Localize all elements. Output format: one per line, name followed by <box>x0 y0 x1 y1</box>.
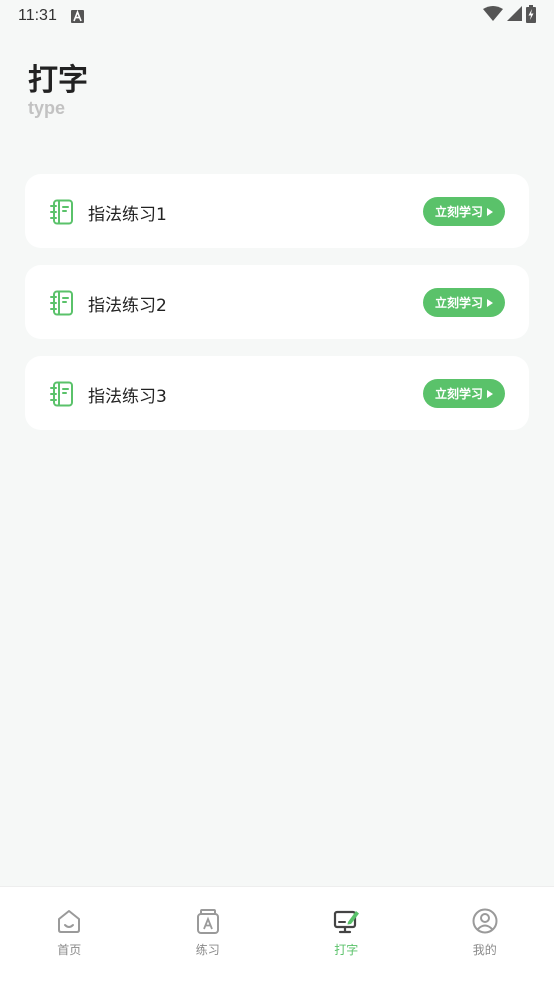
home-icon <box>55 907 83 935</box>
battery-charging-icon <box>526 5 536 27</box>
notebook-icon <box>49 381 75 407</box>
nav-label-home: 首页 <box>57 943 82 957</box>
wifi-icon <box>483 6 503 26</box>
lesson-title: 指法练习2 <box>88 296 167 316</box>
play-icon <box>487 389 493 398</box>
nav-label-profile: 我的 <box>472 943 497 957</box>
typing-screen: 11:31 打字 type 指法练习1 立刻学习 指法练习2 立刻学习 指法练习… <box>0 0 554 984</box>
start-learning-label: 立刻学习 <box>434 387 483 401</box>
profile-icon <box>471 907 499 935</box>
lesson-card-1[interactable]: 指法练习1 立刻学习 <box>25 174 529 248</box>
page-subtitle: type <box>28 98 66 118</box>
notebook-icon <box>49 199 75 225</box>
nav-label-typing: 打字 <box>334 943 359 957</box>
status-bar: 11:31 <box>0 0 554 32</box>
signal-icon <box>507 6 522 26</box>
lesson-title: 指法练习1 <box>88 205 167 225</box>
notebook-icon <box>49 290 75 316</box>
lesson-card-2[interactable]: 指法练习2 立刻学习 <box>25 265 529 339</box>
nav-item-home[interactable]: 首页 <box>0 887 139 984</box>
status-time: 11:31 <box>18 7 57 24</box>
nav-item-typing[interactable]: 打字 <box>277 887 416 984</box>
lesson-title: 指法练习3 <box>88 387 167 407</box>
start-learning-button[interactable]: 立刻学习 <box>423 379 505 408</box>
typing-monitor-icon <box>332 907 360 935</box>
status-icons <box>483 5 536 27</box>
start-learning-button[interactable]: 立刻学习 <box>423 197 505 226</box>
practice-book-icon <box>194 907 222 935</box>
start-learning-button[interactable]: 立刻学习 <box>423 288 505 317</box>
nav-label-practice: 练习 <box>195 943 220 957</box>
start-learning-label: 立刻学习 <box>434 205 483 219</box>
page-title: 打字 <box>28 63 88 98</box>
start-learning-label: 立刻学习 <box>434 296 483 310</box>
bottom-nav: 首页 练习 打字 我的 <box>0 886 554 984</box>
play-icon <box>487 207 493 216</box>
play-icon <box>487 298 493 307</box>
nav-item-practice[interactable]: 练习 <box>139 887 278 984</box>
lesson-card-3[interactable]: 指法练习3 立刻学习 <box>25 356 529 430</box>
notification-a-icon <box>70 9 84 23</box>
nav-item-profile[interactable]: 我的 <box>416 887 554 984</box>
